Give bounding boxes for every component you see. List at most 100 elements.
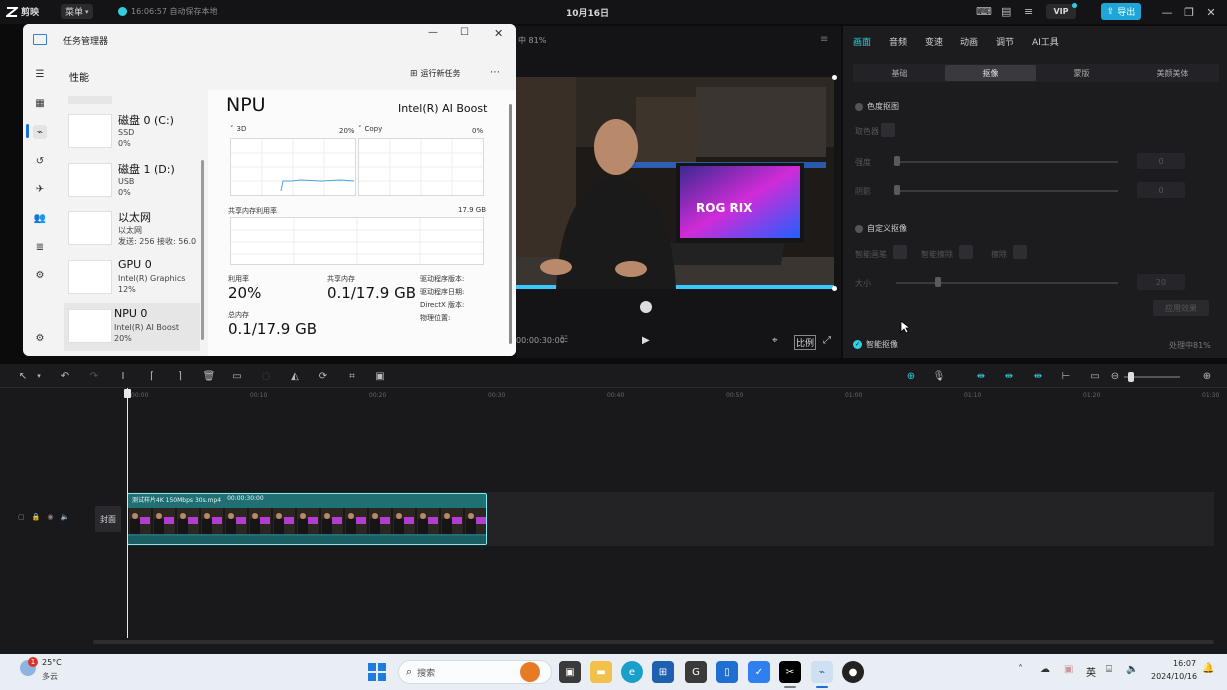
subtab-beauty[interactable]: 美颜美体 [1127, 65, 1218, 81]
app-history-icon[interactable]: ↺ [33, 154, 47, 168]
weather-desc[interactable]: 多云 [42, 671, 58, 682]
link-audio-icon[interactable]: ⇹ [1031, 369, 1045, 383]
close-icon[interactable]: ✕ [1200, 1, 1222, 23]
crop-handle[interactable] [832, 75, 837, 80]
rotate-icon[interactable]: ⟳ [316, 369, 330, 383]
layout-icon[interactable]: ▤ [1001, 5, 1011, 18]
details-icon[interactable]: ≣ [33, 240, 47, 254]
preview-axis-icon[interactable]: ▭ [1088, 369, 1102, 383]
file-explorer-icon[interactable]: ▬ [590, 661, 612, 683]
select-tool-icon[interactable]: ↖ [16, 369, 30, 383]
zoom-out-icon[interactable]: ⊖ [1108, 369, 1122, 383]
chevron-up-icon[interactable]: ˄ [1018, 664, 1023, 675]
link-preview-icon[interactable]: ⇹ [1002, 369, 1016, 383]
custom-cutout-toggle[interactable]: 自定义抠像 [855, 223, 907, 234]
undo-icon[interactable]: ↶ [58, 369, 72, 383]
windows-start-icon[interactable] [368, 663, 386, 681]
performance-icon[interactable]: ⌁ [33, 125, 47, 139]
tab-adjust[interactable]: 调节 [996, 35, 1032, 48]
device-item[interactable]: 磁盘 1 (D:) USB 0% [68, 157, 208, 205]
more-options-icon[interactable]: ⋯ [490, 67, 500, 78]
smart-erase-button[interactable] [959, 245, 973, 259]
split-right-icon[interactable]: ⌉ [173, 369, 187, 383]
playhead[interactable] [127, 388, 128, 638]
users-icon[interactable]: 👥 [33, 211, 47, 225]
shortcut-icon[interactable]: ≡ [1024, 5, 1033, 18]
ratio-button[interactable]: 比例 [794, 335, 817, 350]
color-picker-swatch[interactable] [881, 123, 895, 137]
taskbar-app-g-icon[interactable]: G [685, 661, 707, 683]
task-manager-taskbar-icon[interactable]: ⌁ [811, 661, 833, 683]
services-icon[interactable]: ⚙ [33, 268, 47, 282]
cover-button[interactable]: 封面 [95, 506, 121, 532]
chroma-key-toggle[interactable]: 色度抠图 [855, 101, 899, 112]
tm-minimize-icon[interactable]: — [428, 27, 438, 38]
microphone-icon[interactable]: 🎙 [932, 369, 946, 383]
processes-icon[interactable]: ▦ [33, 96, 47, 110]
keyboard-icon[interactable]: ⌨ [976, 5, 992, 18]
subtab-cutout[interactable]: 抠像 [945, 65, 1036, 81]
smart-cutout-checkbox[interactable]: ✓ [853, 340, 862, 349]
taskview-icon[interactable]: ▣ [559, 661, 581, 683]
device-item[interactable]: GPU 0 Intel(R) Graphics 12% [68, 254, 208, 302]
tab-audio[interactable]: 音频 [889, 35, 925, 48]
device-item[interactable]: 磁盘 0 (C:) SSD 0% [68, 108, 208, 156]
snap-icon[interactable]: ⊢ [1059, 369, 1073, 383]
settings-gear-icon[interactable]: ⚙ [33, 331, 47, 345]
intensity-input[interactable]: 0 [1137, 153, 1185, 169]
lock-icon[interactable]: 🔒 [32, 513, 41, 521]
tm-maximize-icon[interactable]: ☐ [460, 27, 469, 38]
subtab-basic[interactable]: 基础 [854, 65, 945, 81]
crop-handle[interactable] [832, 286, 837, 291]
chroma-key-checkbox[interactable] [855, 102, 863, 111]
notification-bell-icon[interactable]: 🔔 [1202, 663, 1214, 674]
edge-icon[interactable]: e [621, 661, 643, 683]
timeline-scrollbar[interactable] [93, 640, 1214, 644]
custom-cutout-checkbox[interactable] [855, 224, 863, 233]
zoom-in-icon[interactable]: ⊕ [1200, 369, 1214, 383]
screenshot-icon[interactable]: ⌖ [772, 335, 778, 346]
restore-icon[interactable]: ❐ [1178, 1, 1200, 23]
taskbar-app-blue-icon[interactable]: ▯ [716, 661, 738, 683]
link-main-track-icon[interactable]: ⇹ [974, 369, 988, 383]
shadow-slider[interactable] [896, 190, 1118, 192]
size-input[interactable]: 20 [1137, 274, 1185, 290]
grid-icon[interactable]: ☷ [560, 335, 568, 345]
smart-brush-button[interactable] [893, 245, 907, 259]
timeline-ruler[interactable]: 00:00 00:10 00:20 00:30 00:40 00:50 01:0… [127, 390, 1227, 402]
clock-time[interactable]: 16:07 [1173, 659, 1196, 668]
split-icon[interactable]: Ⅰ [116, 369, 130, 383]
mirror-icon[interactable]: ◭ [288, 369, 302, 383]
taskbar-app-red-icon[interactable]: ● [842, 661, 864, 683]
device-item[interactable]: NPU 0 Intel(R) AI Boost 20% [64, 303, 200, 351]
weather-temp[interactable]: 25°C [42, 658, 62, 667]
tray-app-icon[interactable]: ☁ [1040, 664, 1050, 675]
clock-date[interactable]: 2024/10/16 [1151, 672, 1197, 681]
apply-effect-button[interactable]: 应用效果 [1153, 300, 1209, 316]
tab-animation[interactable]: 动画 [960, 35, 996, 48]
select-dropdown-icon[interactable]: ▾ [32, 369, 46, 383]
detail-scrollbar[interactable] [509, 104, 512, 344]
track-fold-icon[interactable]: ▢ [18, 513, 25, 521]
menu-button[interactable]: 菜单 ▾ [61, 4, 93, 19]
player-menu-icon[interactable]: ≡ [820, 34, 828, 45]
reverse-icon[interactable]: ◌ [259, 369, 273, 383]
smart-cutout-toggle[interactable]: ✓ 智能抠像 [853, 339, 898, 350]
shadow-slider-knob[interactable] [894, 185, 900, 195]
export-button[interactable]: ⇪ 导出 [1101, 3, 1141, 20]
split-left-icon[interactable]: ⌈ [145, 369, 159, 383]
hamburger-menu-icon[interactable]: ☰ [33, 67, 47, 81]
tab-speed[interactable]: 变速 [925, 35, 960, 48]
run-new-task-button[interactable]: ⊞ 运行新任务 [410, 68, 461, 79]
video-clip[interactable]: 测试样片4K 150Mbps 30s.mp4 00:00:30:00 [127, 493, 487, 545]
taskbar-app-check-icon[interactable]: ✓ [748, 661, 770, 683]
capcut-taskbar-icon[interactable]: ✂ [779, 661, 801, 683]
tab-picture[interactable]: 画面 [853, 35, 889, 48]
eye-icon[interactable]: ◉ [47, 513, 53, 521]
ime-indicator[interactable]: 英 [1086, 664, 1096, 679]
intensity-slider-knob[interactable] [894, 156, 900, 166]
play-icon[interactable]: ▶ [642, 335, 650, 346]
fullscreen-icon[interactable]: ⤢ [823, 335, 831, 346]
zoom-slider-knob[interactable] [1128, 372, 1134, 382]
picture-adjust-icon[interactable]: ▣ [373, 369, 387, 383]
